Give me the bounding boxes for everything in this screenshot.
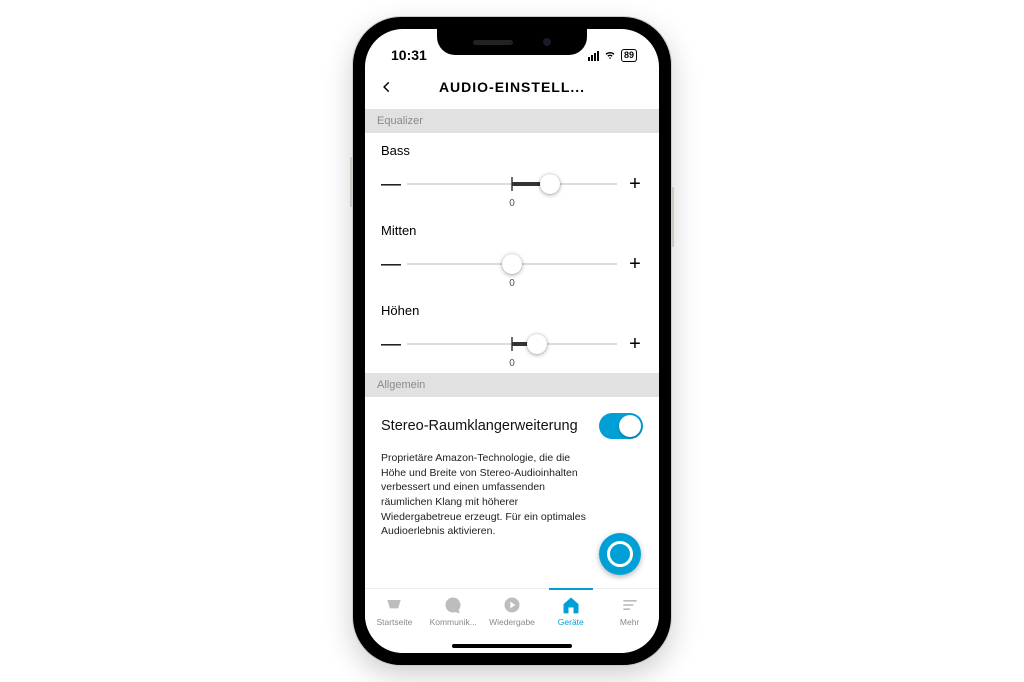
tab-label-comm: Kommunik... — [430, 617, 477, 627]
bass-tick-label: 0 — [381, 198, 643, 209]
tab-label-play: Wiedergabe — [489, 617, 535, 627]
stereo-toggle[interactable] — [599, 413, 643, 439]
alexa-fab[interactable] — [599, 533, 641, 575]
home-icon — [383, 595, 405, 615]
tab-label-home: Startseite — [376, 617, 412, 627]
status-time: 10:31 — [391, 47, 427, 63]
bass-increase-button[interactable]: + — [627, 174, 643, 194]
tab-more[interactable]: Mehr — [600, 595, 659, 627]
hoehen-slider[interactable] — [407, 332, 617, 356]
section-header-equalizer: Equalizer — [365, 109, 659, 133]
tab-home[interactable]: Startseite — [365, 595, 424, 627]
tab-communicate[interactable]: Kommunik... — [424, 595, 483, 627]
section-header-general: Allgemein — [365, 373, 659, 397]
play-icon — [501, 595, 523, 615]
more-icon — [619, 595, 641, 615]
eq-row-bass: Bass — + 0 — [365, 133, 659, 213]
eq-row-mitten: Mitten — + 0 — [365, 213, 659, 293]
chevron-left-icon — [380, 80, 394, 94]
devices-icon — [560, 595, 582, 615]
tab-label-more: Mehr — [620, 617, 639, 627]
mitten-decrease-button[interactable]: — — [381, 254, 397, 274]
back-button[interactable] — [375, 75, 399, 99]
stereo-toggle-row: Stereo-Raumklangerweiterung — [365, 397, 659, 449]
mitten-slider[interactable] — [407, 252, 617, 276]
screen: 10:31 89 AUDIO-EINSTELL... Equalizer Bas… — [365, 29, 659, 653]
battery-indicator: 89 — [621, 49, 637, 62]
bass-decrease-button[interactable]: — — [381, 174, 397, 194]
tab-devices[interactable]: Geräte — [541, 595, 600, 627]
hoehen-decrease-button[interactable]: — — [381, 334, 397, 354]
mitten-increase-button[interactable]: + — [627, 254, 643, 274]
tab-play[interactable]: Wiedergabe — [483, 595, 542, 627]
notch — [437, 29, 587, 55]
mitten-tick-label: 0 — [381, 278, 643, 289]
eq-label-mitten: Mitten — [381, 223, 643, 238]
hoehen-increase-button[interactable]: + — [627, 334, 643, 354]
home-indicator[interactable] — [452, 644, 572, 648]
alexa-icon — [607, 541, 633, 567]
chat-icon — [442, 595, 464, 615]
eq-label-bass: Bass — [381, 143, 643, 158]
eq-label-hoehen: Höhen — [381, 303, 643, 318]
tab-label-devices: Geräte — [558, 617, 584, 627]
eq-row-hoehen: Höhen — + 0 — [365, 293, 659, 373]
content: Equalizer Bass — + 0 Mitten — [365, 109, 659, 588]
phone-frame: 10:31 89 AUDIO-EINSTELL... Equalizer Bas… — [353, 17, 671, 665]
page-header: AUDIO-EINSTELL... — [365, 65, 659, 109]
signal-icon — [588, 51, 599, 61]
wifi-icon — [603, 48, 617, 63]
stereo-toggle-label: Stereo-Raumklangerweiterung — [381, 418, 578, 434]
page-title: AUDIO-EINSTELL... — [439, 79, 585, 95]
hoehen-tick-label: 0 — [381, 358, 643, 369]
bass-slider[interactable] — [407, 172, 617, 196]
